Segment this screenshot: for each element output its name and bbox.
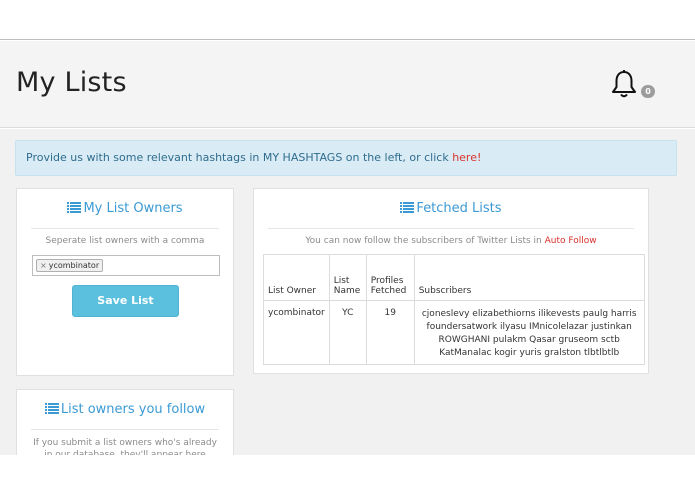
followed-owners-title: List owners you follow bbox=[17, 402, 233, 417]
fetched-lists-panel: Fetched Lists You can now follow the sub… bbox=[253, 188, 649, 374]
fetched-hint-text: You can now follow the subscribers of Tw… bbox=[305, 236, 545, 246]
alert-text: Provide us with some relevant hashtags i… bbox=[26, 151, 453, 164]
list-owners-title-text: My List Owners bbox=[83, 201, 183, 216]
cell-subscribers: cjoneslevy elizabethiorns ilikevests pau… bbox=[413, 300, 645, 365]
column-header-subscribers: Subscribers bbox=[413, 254, 645, 301]
fetched-lists-title-text: Fetched Lists bbox=[416, 201, 502, 216]
cell-list-name: YC bbox=[328, 300, 367, 365]
fetched-lists-table: List Owner List Name Profiles Fetched Su… bbox=[263, 254, 645, 365]
followed-owners-hint: If you submit a list owners who's alread… bbox=[33, 438, 217, 455]
bell-icon[interactable] bbox=[610, 69, 638, 99]
auto-follow-link[interactable]: Auto Follow bbox=[545, 236, 597, 246]
divider bbox=[31, 429, 219, 430]
page-header: My Lists 0 bbox=[0, 41, 695, 128]
info-alert: Provide us with some relevant hashtags i… bbox=[15, 140, 677, 176]
cell-list-owner: ycombinator bbox=[263, 300, 330, 365]
owner-tag[interactable]: × ycombinator bbox=[36, 259, 104, 272]
list-icon bbox=[67, 202, 82, 213]
list-owners-panel: My List Owners Seperate list owners with… bbox=[16, 188, 234, 376]
remove-tag-icon[interactable]: × bbox=[40, 261, 47, 270]
page-title: My Lists bbox=[16, 67, 127, 98]
column-header-list-owner: List Owner bbox=[263, 254, 330, 301]
column-header-profiles-fetched: Profiles Fetched bbox=[365, 254, 415, 301]
fetched-lists-hint: You can now follow the subscribers of Tw… bbox=[254, 236, 648, 246]
list-icon bbox=[44, 403, 59, 414]
column-header-list-name: List Name bbox=[328, 254, 367, 301]
alert-link[interactable]: here! bbox=[452, 151, 481, 164]
top-bar bbox=[0, 0, 695, 40]
followed-owners-panel: List owners you follow If you submit a l… bbox=[16, 389, 234, 455]
cell-profiles-fetched: 19 bbox=[365, 300, 415, 365]
divider bbox=[268, 228, 634, 229]
followed-owners-title-text: List owners you follow bbox=[60, 402, 206, 417]
table-header-row: List Owner List Name Profiles Fetched Su… bbox=[263, 254, 645, 301]
list-icon bbox=[400, 202, 415, 213]
fetched-lists-title: Fetched Lists bbox=[254, 201, 648, 216]
owner-tag-label: ycombinator bbox=[48, 261, 100, 270]
notification-badge: 0 bbox=[641, 85, 655, 98]
table-row: ycombinator YC 19 cjoneslevy elizabethio… bbox=[263, 300, 645, 365]
divider bbox=[31, 228, 219, 229]
list-owners-title: My List Owners bbox=[17, 201, 233, 216]
main-content: Provide us with some relevant hashtags i… bbox=[0, 129, 695, 455]
save-list-owners-button[interactable]: Save List Owners bbox=[72, 285, 179, 337]
list-owners-input[interactable]: × ycombinator bbox=[32, 255, 220, 276]
page-bottom bbox=[0, 455, 695, 494]
list-owners-hint: Seperate list owners with a comma bbox=[45, 236, 205, 246]
